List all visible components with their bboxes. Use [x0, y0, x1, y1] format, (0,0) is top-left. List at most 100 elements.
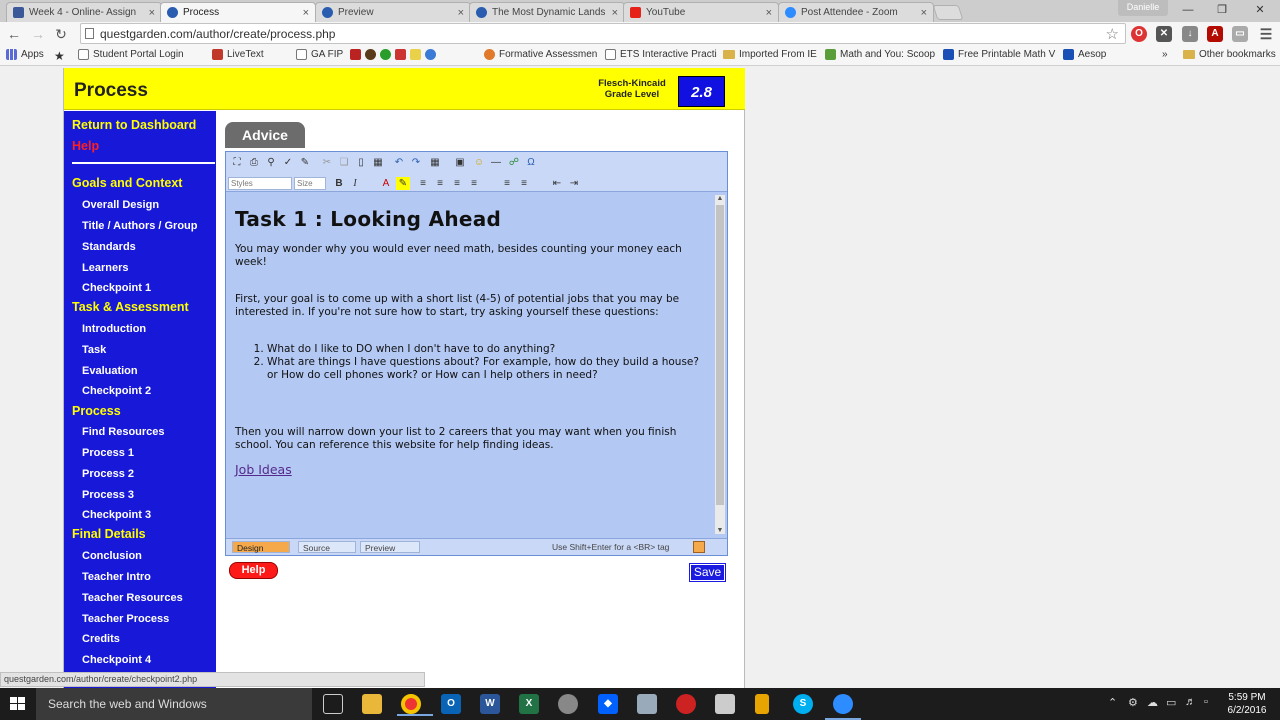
spellcheck-icon[interactable]: ✓ [281, 156, 295, 169]
editor-content[interactable]: Task 1 : Looking Ahead You may wonder wh… [226, 193, 714, 535]
close-icon[interactable]: × [149, 7, 155, 19]
menu-icon[interactable]: ☰ [1258, 26, 1274, 42]
sidebar-item-checkpoint-3[interactable]: Checkpoint 3 [82, 509, 151, 521]
star-icon[interactable]: ★ [54, 49, 65, 63]
resize-icon[interactable] [693, 541, 705, 553]
cast-icon[interactable]: ▭ [1232, 26, 1248, 42]
tray-display-icon[interactable]: ▭ [1166, 696, 1176, 709]
sidebar-item-learners[interactable]: Learners [82, 262, 128, 274]
app-icon[interactable] [637, 694, 657, 714]
image-icon[interactable]: ▣ [453, 156, 467, 169]
profile-name[interactable]: Danielle [1118, 0, 1168, 16]
acrobat-icon[interactable]: A [1207, 26, 1223, 42]
mode-preview-tab[interactable]: Preview [360, 541, 420, 553]
sidebar-item-checkpoint-2[interactable]: Checkpoint 2 [82, 385, 151, 397]
find-icon[interactable]: ⚲ [264, 156, 278, 169]
justify-icon[interactable]: ≡ [467, 177, 481, 190]
sidebar-section-task-assessment[interactable]: Task & Assessment [72, 300, 189, 314]
bookmark-aesop[interactable]: Aesop [1063, 49, 1106, 60]
bookmark-imported-ie[interactable]: Imported From IE [723, 49, 817, 60]
align-center-icon[interactable]: ≡ [433, 177, 447, 190]
mode-source-tab[interactable]: Source [298, 541, 356, 553]
restore-icon[interactable]: ❐ [1212, 2, 1232, 18]
save-button[interactable]: Save [689, 563, 726, 582]
download-icon[interactable]: ↓ [1182, 26, 1198, 42]
close-icon[interactable]: × [458, 7, 464, 19]
smiley-icon[interactable]: ☺ [472, 156, 486, 169]
styles-select[interactable]: Styles [228, 177, 292, 190]
bookmark-apps[interactable]: Apps [6, 49, 44, 60]
sidebar-item-process-1[interactable]: Process 1 [82, 447, 134, 459]
task-view-icon[interactable] [323, 694, 343, 714]
windows-start-icon[interactable] [10, 697, 26, 711]
forward-icon[interactable]: → [28, 25, 48, 43]
link-icon[interactable]: ☍ [507, 156, 521, 169]
horizontal-rule-icon[interactable]: — [489, 156, 503, 169]
close-icon[interactable]: × [303, 7, 309, 19]
minimize-icon[interactable]: — [1178, 2, 1198, 18]
outlook-icon[interactable]: O [441, 694, 461, 714]
sidebar-item-introduction[interactable]: Introduction [82, 323, 146, 335]
bold-icon[interactable]: B [332, 177, 346, 190]
tab-week4[interactable]: Week 4 - Online- Assign × [6, 2, 162, 22]
tray-expand-icon[interactable]: ⌃ [1108, 696, 1117, 709]
mode-design-tab[interactable]: Design [232, 541, 290, 553]
app-icon[interactable] [676, 694, 696, 714]
copy-icon[interactable]: ❏ [337, 156, 351, 169]
bookmark-icons-row[interactable] [350, 49, 440, 60]
sidebar-item-conclusion[interactable]: Conclusion [82, 550, 142, 562]
bookmark-student-portal[interactable]: Student Portal Login [78, 49, 184, 60]
format-icon[interactable]: ✎ [298, 156, 312, 169]
tab-zoom[interactable]: Post Attendee - Zoom × [778, 2, 934, 22]
close-icon[interactable]: × [612, 7, 618, 19]
address-bar[interactable]: questgarden.com/author/create/process.ph… [80, 23, 1126, 44]
sidebar-item-evaluation[interactable]: Evaluation [82, 365, 138, 377]
sidebar-item-find-resources[interactable]: Find Resources [82, 426, 165, 438]
scroll-up-icon[interactable]: ▲ [715, 195, 725, 202]
editor-scrollbar[interactable]: ▲ ▼ [715, 195, 725, 534]
sidebar-section-final-details[interactable]: Final Details [72, 527, 146, 541]
sidebar-item-checkpoint-1[interactable]: Checkpoint 1 [82, 282, 151, 294]
print-icon[interactable]: ⎙ [247, 156, 261, 169]
volume-icon[interactable]: ♬ [1185, 696, 1196, 708]
outdent-icon[interactable]: ⇤ [550, 177, 564, 190]
sidebar-item-checkpoint-4[interactable]: Checkpoint 4 [82, 654, 151, 666]
app-icon[interactable] [715, 694, 735, 714]
maximize-icon[interactable]: ⛶ [230, 156, 244, 169]
bookmark-free-printable[interactable]: Free Printable Math V [943, 49, 1055, 60]
sidebar-item-overall-design[interactable]: Overall Design [82, 199, 159, 211]
align-left-icon[interactable]: ≡ [416, 177, 430, 190]
numbered-list-icon[interactable]: ≡ [500, 177, 514, 190]
size-select[interactable]: Size [294, 177, 326, 190]
chrome-icon[interactable] [397, 694, 433, 716]
sidebar-section-goals[interactable]: Goals and Context [72, 176, 182, 190]
bookmark-other[interactable]: Other bookmarks [1183, 49, 1276, 60]
excel-icon[interactable]: X [519, 694, 539, 714]
sidebar-item-teacher-process[interactable]: Teacher Process [82, 613, 169, 625]
sidebar-item-task[interactable]: Task [82, 344, 106, 356]
cut-icon[interactable]: ✂ [320, 156, 334, 169]
word-icon[interactable]: W [480, 694, 500, 714]
tab-dynamic-lands[interactable]: The Most Dynamic Lands × [469, 2, 625, 22]
system-clock[interactable]: 5:59 PM 6/2/2016 [1222, 691, 1272, 717]
sidebar-item-standards[interactable]: Standards [82, 241, 136, 253]
app-icon[interactable] [755, 694, 769, 714]
paste-icon[interactable]: ▯ [354, 156, 368, 169]
bookmark-math-scoop[interactable]: Math and You: Scoop [825, 49, 935, 60]
x-extension-icon[interactable]: ✕ [1156, 26, 1172, 42]
sidebar-item-help[interactable]: Help [72, 139, 99, 153]
indent-icon[interactable]: ⇥ [567, 177, 581, 190]
back-icon[interactable]: ← [4, 25, 24, 43]
bookmark-formative[interactable]: Formative Assessmen [484, 49, 597, 60]
tray-settings-icon[interactable]: ⚙ [1128, 696, 1138, 709]
new-tab-button[interactable] [932, 5, 964, 20]
italic-icon[interactable]: I [348, 177, 362, 190]
app-icon[interactable] [558, 694, 578, 714]
sidebar-item-teacher-intro[interactable]: Teacher Intro [82, 571, 151, 583]
scroll-thumb[interactable] [716, 205, 724, 505]
text-color-icon[interactable]: A [379, 177, 393, 190]
sidebar-item-return-dashboard[interactable]: Return to Dashboard [72, 118, 196, 132]
paste-text-icon[interactable]: ▦ [371, 156, 385, 169]
bookmark-ets[interactable]: ETS Interactive Practi [605, 49, 717, 60]
skype-icon[interactable]: S [793, 694, 813, 714]
